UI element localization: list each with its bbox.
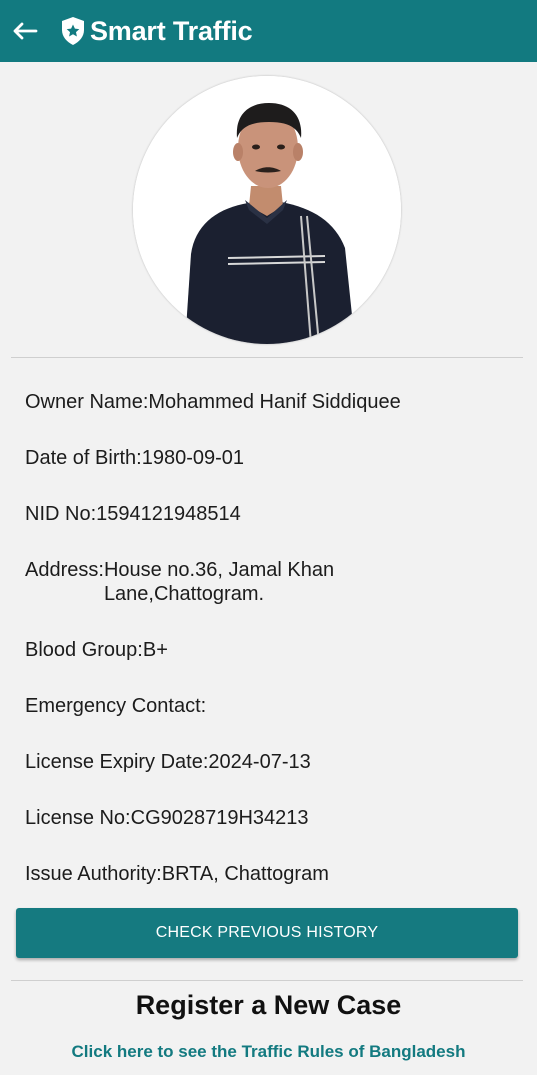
emergency-contact-label: Emergency Contact: — [25, 695, 207, 717]
nid-value: 1594121948514 — [96, 503, 241, 525]
check-previous-history-button[interactable]: CHECK PREVIOUS HISTORY — [16, 908, 518, 958]
dob-value: 1980-09-01 — [141, 447, 245, 469]
license-expiry-value: 2024-07-13 — [208, 751, 311, 773]
back-button[interactable] — [3, 9, 47, 53]
divider — [11, 980, 523, 981]
owner-name-value: Mohammed Hanif Siddiquee — [148, 391, 401, 413]
arrow-left-icon — [13, 22, 38, 40]
issue-authority-label: Issue Authority: — [25, 863, 162, 885]
app-bar: Smart Traffic — [0, 0, 537, 62]
owner-name-label: Owner Name: — [25, 391, 149, 413]
issue-authority-field: Issue Authority: BRTA, Chattogram — [25, 862, 329, 886]
divider — [11, 357, 523, 358]
police-badge-star-icon — [60, 16, 86, 46]
address-field: Address: House no.36, Jamal Khan Lane,Ch… — [25, 558, 344, 606]
address-label: Address: — [25, 559, 104, 581]
owner-name-field: Owner Name: Mohammed Hanif Siddiquee — [25, 390, 401, 414]
emergency-contact-field: Emergency Contact: — [25, 694, 206, 718]
app-title: Smart Traffic — [90, 15, 253, 46]
traffic-rules-link[interactable]: Click here to see the Traffic Rules of B… — [0, 1042, 537, 1062]
owner-photo — [133, 76, 401, 344]
dob-field: Date of Birth: 1980-09-01 — [25, 446, 244, 470]
license-expiry-field: License Expiry Date: 2024-07-13 — [25, 750, 311, 774]
dob-label: Date of Birth: — [25, 447, 142, 469]
blood-group-value: B+ — [142, 639, 168, 661]
license-no-value: CG9028719H34213 — [130, 807, 309, 829]
issue-authority-value: BRTA, Chattogram — [161, 863, 329, 885]
blood-group-field: Blood Group: B+ — [25, 638, 168, 662]
license-expiry-label: License Expiry Date: — [25, 751, 209, 773]
nid-label: NID No: — [25, 503, 97, 525]
license-no-label: License No: — [25, 807, 131, 829]
license-no-field: License No: CG9028719H34213 — [25, 806, 309, 830]
register-new-case-button[interactable]: Register a New Case — [0, 990, 537, 1021]
address-value: House no.36, Jamal Khan Lane,Chattogram. — [103, 559, 335, 605]
blood-group-label: Blood Group: — [25, 639, 143, 661]
nid-field: NID No: 1594121948514 — [25, 502, 241, 526]
